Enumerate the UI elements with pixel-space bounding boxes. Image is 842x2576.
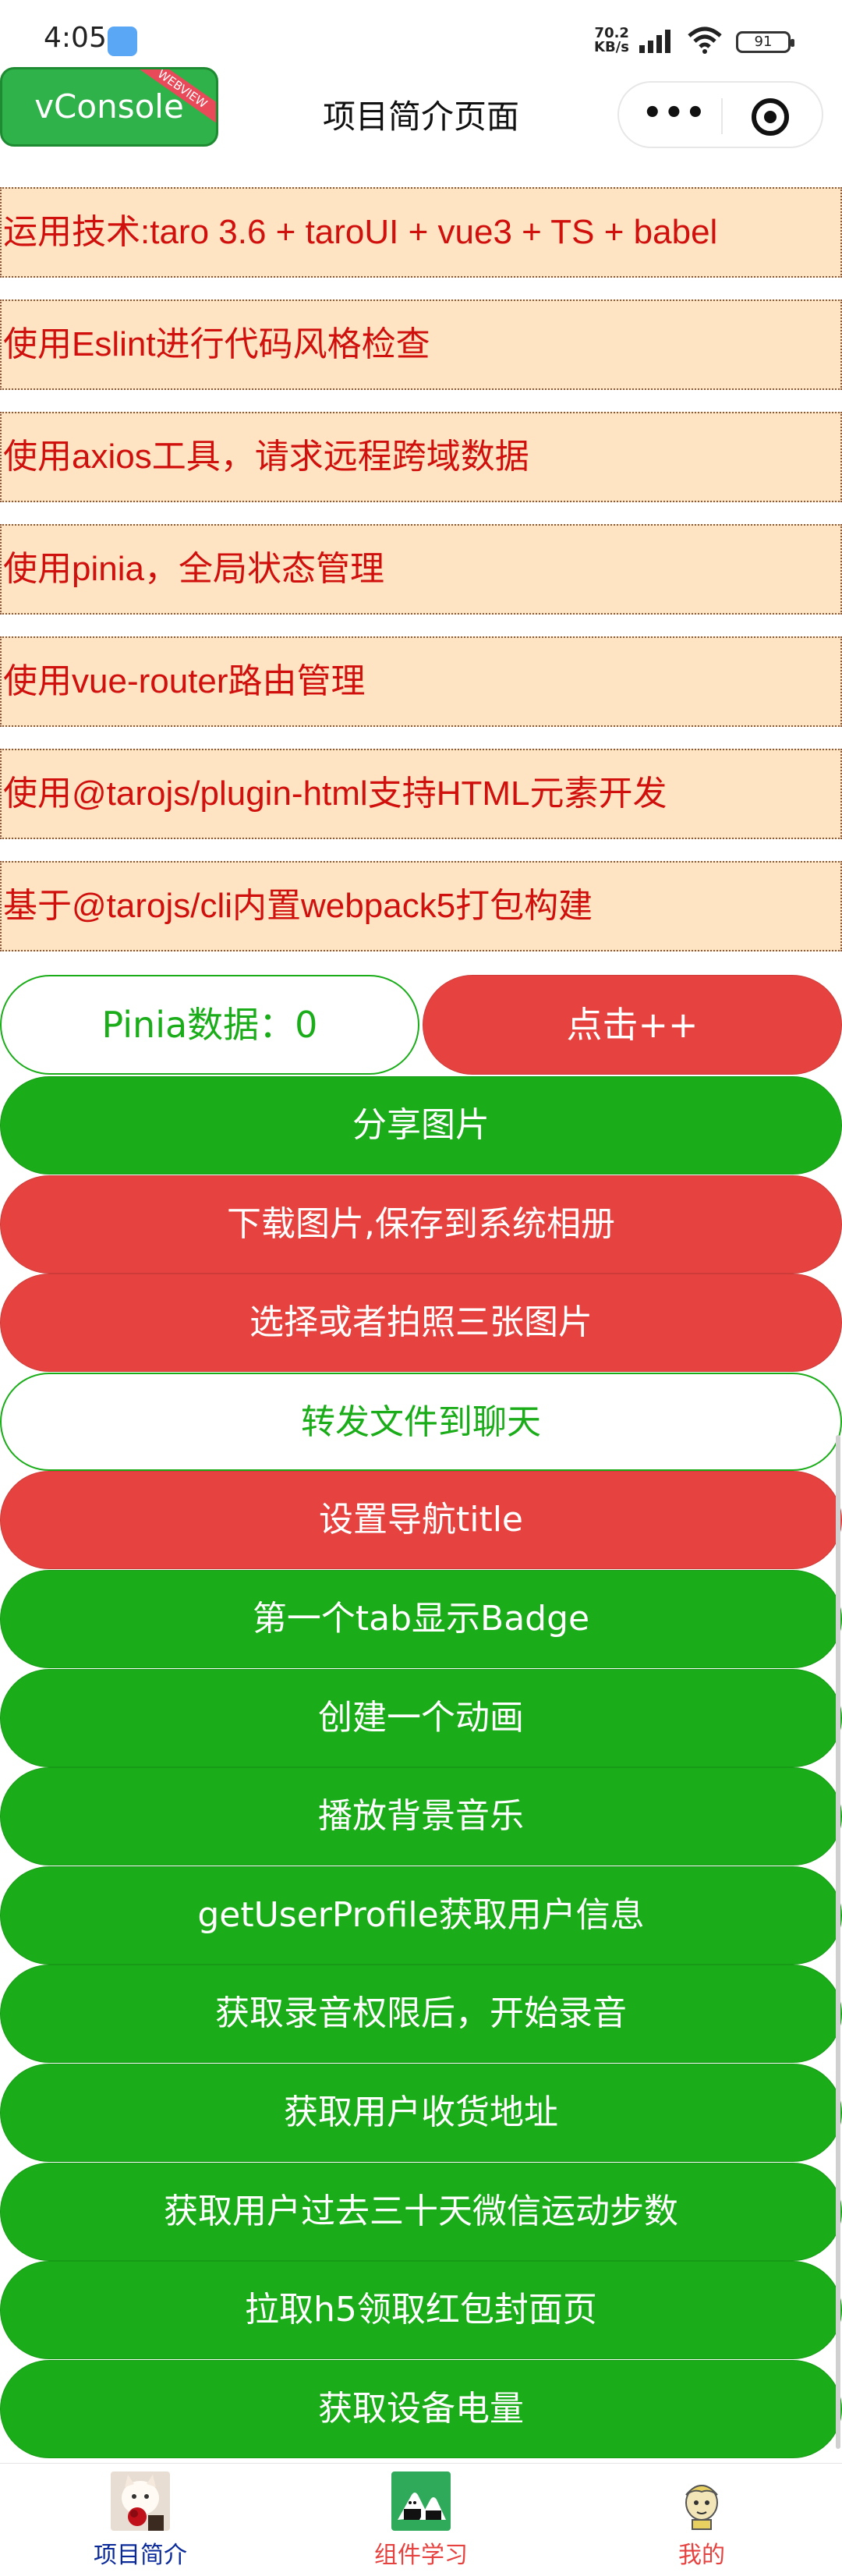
network-speed-unit: KB/s (594, 39, 629, 55)
page-title: 项目简介页面 (322, 97, 519, 136)
action-button[interactable]: 转发文件到聊天 (0, 1373, 842, 1471)
action-button[interactable]: 下载图片,保存到系统相册 (0, 1175, 842, 1274)
tab-label-component-learning: 组件学习 (374, 2542, 468, 2569)
tech-info-item: 使用axios工具，请求远程跨域数据 (0, 412, 842, 502)
vconsole-label: vConsole (34, 87, 184, 126)
action-button[interactable]: 选择或者拍照三张图片 (0, 1274, 842, 1372)
action-button[interactable]: 设置导航title (0, 1471, 842, 1569)
tab-project-intro[interactable]: 项目简介 (0, 2464, 281, 2576)
more-dots-icon[interactable]: ••• (642, 97, 706, 131)
tech-info-item: 运用技术:taro 3.6 + taroUI + vue3 + TS + bab… (0, 187, 842, 278)
tab-label-mine: 我的 (678, 2542, 725, 2569)
tab-mine[interactable]: 我的 (561, 2464, 842, 2576)
tech-info-item: 使用@tarojs/plugin-html支持HTML元素开发 (0, 749, 842, 839)
tech-info-item: 使用vue-router路由管理 (0, 636, 842, 727)
status-bar: 4:05 70.2 KB/s 91 (0, 0, 842, 67)
action-button[interactable]: 获取录音权限后，开始录音 (0, 1965, 842, 2063)
rice-ball-icon (391, 2471, 451, 2531)
signal-icon (639, 30, 670, 53)
cat-with-rose-icon (111, 2471, 170, 2531)
tab-bar: 项目简介 组件学习 我的 (0, 2463, 842, 2576)
action-button[interactable]: getUserProfile获取用户信息 (0, 1866, 842, 1965)
tab-component-learning[interactable]: 组件学习 (281, 2464, 561, 2576)
capsule-divider (721, 98, 723, 134)
navigation-bar: vConsole WEBVIEW 项目简介页面 ••• (0, 67, 842, 161)
action-button[interactable]: 获取设备电量 (0, 2360, 842, 2458)
app-notification-icon (108, 27, 137, 56)
action-button[interactable]: 获取用户收货地址 (0, 2064, 842, 2162)
status-time: 4:05 (44, 22, 107, 54)
target-close-icon[interactable] (752, 98, 789, 136)
action-button[interactable]: 分享图片 (0, 1076, 842, 1175)
menu-capsule: ••• (617, 81, 823, 148)
action-button[interactable]: 获取用户过去三十天微信运动步数 (0, 2163, 842, 2261)
battery-icon: 91 (736, 31, 794, 53)
action-button[interactable]: 创建一个动画 (0, 1669, 842, 1767)
wifi-icon (688, 27, 722, 54)
network-speed: 70.2 KB/s (594, 27, 629, 55)
tech-info-item: 基于@tarojs/cli内置webpack5打包构建 (0, 861, 842, 951)
action-button[interactable]: 拉取h5领取红包封面页 (0, 2261, 842, 2359)
tech-info-item: 使用pinia，全局状态管理 (0, 524, 842, 615)
tech-info-item: 使用Eslint进行代码风格检查 (0, 299, 842, 390)
pinia-increment-button[interactable]: 点击++ (423, 975, 842, 1075)
vconsole-button[interactable]: vConsole WEBVIEW (0, 67, 218, 147)
action-button[interactable]: 第一个tab显示Badge (0, 1570, 842, 1668)
action-button[interactable]: 播放背景音乐 (0, 1767, 842, 1866)
scrollbar[interactable] (836, 1435, 840, 2449)
cartoon-face-icon (672, 2471, 731, 2531)
tab-label-project-intro: 项目简介 (94, 2542, 187, 2569)
pinia-data-display[interactable]: Pinia数据：0 (0, 975, 419, 1075)
